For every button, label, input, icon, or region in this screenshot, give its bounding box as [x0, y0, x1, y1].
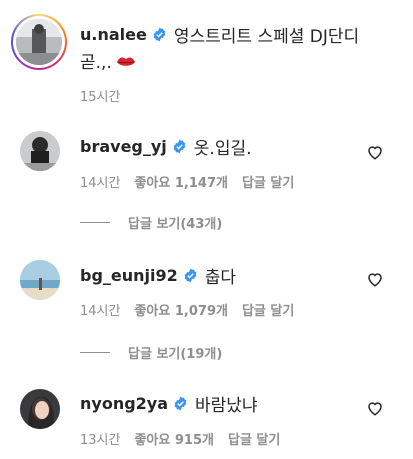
post-caption-line2: 곧.,.	[80, 48, 136, 73]
verified-badge-icon	[183, 268, 198, 283]
replies-divider	[80, 352, 110, 353]
comment-likes-count[interactable]: 좋아요 915개	[134, 429, 214, 448]
comment-likes-count[interactable]: 좋아요 1,147개	[134, 172, 228, 191]
lips-icon	[116, 54, 136, 68]
comment-username[interactable]: bg_eunji92	[80, 266, 178, 285]
avatar-photo	[16, 19, 62, 65]
reply-button[interactable]: 답글 달기	[242, 300, 294, 319]
comment-timestamp[interactable]: 14시간	[80, 172, 120, 191]
commenter-avatar[interactable]	[20, 260, 60, 300]
comment-timestamp[interactable]: 13시간	[80, 429, 120, 448]
post-author-avatar[interactable]	[16, 19, 62, 65]
verified-badge-icon	[172, 139, 187, 154]
view-replies-label: 답글 보기(19개)	[128, 347, 223, 362]
commenter-avatar[interactable]	[20, 389, 60, 429]
comment-text: 춥다	[204, 268, 237, 288]
heart-icon[interactable]	[366, 399, 384, 417]
post-caption-text: 영스트리트 스페셜 DJ단디	[173, 27, 360, 47]
comment-meta: 14시간 좋아요 1,147개 답글 달기	[80, 172, 294, 191]
verified-badge-icon	[152, 27, 167, 42]
comment-meta: 13시간 좋아요 915개 답글 달기	[80, 429, 280, 448]
reply-button[interactable]: 답글 달기	[242, 172, 294, 191]
comment-text: 옷.입길.	[193, 139, 252, 159]
post-timestamp[interactable]: 15시간	[80, 86, 120, 105]
comment-line: bg_eunji92 춥다	[80, 263, 236, 288]
comment-meta: 14시간 좋아요 1,079개 답글 달기	[80, 300, 294, 319]
view-replies-button[interactable]: 답글 보기(43개)	[80, 213, 222, 232]
post-caption-continuation: 곧.,.	[80, 53, 112, 73]
comment-timestamp[interactable]: 14시간	[80, 300, 120, 319]
avatar-photo	[20, 260, 60, 300]
commenter-avatar[interactable]	[20, 131, 60, 171]
comment-text: 바람났냐	[195, 396, 258, 416]
comment-likes-count[interactable]: 좋아요 1,079개	[134, 300, 228, 319]
verified-badge-icon	[173, 396, 188, 411]
avatar-photo	[20, 131, 60, 171]
comment-line: nyong2ya 바람났냐	[80, 391, 258, 416]
view-replies-label: 답글 보기(43개)	[128, 217, 223, 232]
avatar-photo	[20, 389, 60, 429]
post-meta: 15시간	[80, 86, 120, 105]
story-ring[interactable]	[11, 14, 67, 70]
post-caption-line1: u.nalee 영스트리트 스페셜 DJ단디	[80, 22, 359, 47]
heart-icon[interactable]	[366, 270, 384, 288]
post-author-username[interactable]: u.nalee	[80, 25, 147, 44]
comment-username[interactable]: nyong2ya	[80, 394, 168, 413]
comment-line: braveg_yj 옷.입길.	[80, 134, 252, 159]
view-replies-button[interactable]: 답글 보기(19개)	[80, 343, 222, 362]
reply-button[interactable]: 답글 달기	[228, 429, 280, 448]
comment-username[interactable]: braveg_yj	[80, 137, 167, 156]
replies-divider	[80, 222, 110, 223]
heart-icon[interactable]	[366, 143, 384, 161]
